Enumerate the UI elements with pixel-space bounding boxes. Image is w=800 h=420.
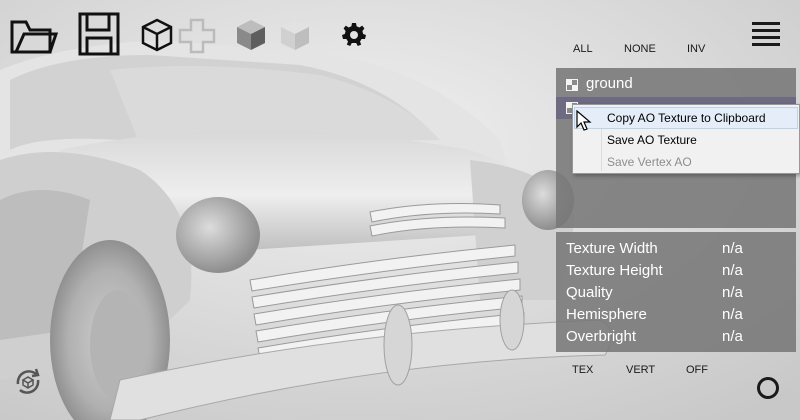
menu-item-copy-ao-texture[interactable]: Copy AO Texture to Clipboard [574,107,798,129]
info-row: Overbright n/a [566,326,786,348]
menu-item-save-vertex-ao: Save Vertex AO [575,152,797,172]
info-row: Texture Width n/a [566,238,786,260]
info-row: Hemisphere n/a [566,304,786,326]
layer-checkbox[interactable] [566,79,578,91]
info-key: Hemisphere [566,306,647,323]
open-folder-icon[interactable] [10,16,58,56]
select-none-button[interactable]: NONE [624,43,656,55]
select-invert-button[interactable]: INV [687,43,705,55]
context-menu: Copy AO Texture to Clipboard Save AO Tex… [572,104,800,174]
menu-item-label: Copy AO Texture to Clipboard [607,111,766,125]
vert-button[interactable]: VERT [626,364,655,376]
mouse-cursor-icon [576,110,592,131]
info-value: n/a [722,284,743,301]
layer-row[interactable]: ground [556,74,796,96]
gear-icon[interactable] [342,22,366,46]
rotate-view-icon[interactable] [12,366,44,398]
render-ring-icon[interactable] [757,377,779,399]
layer-label: ground [586,75,633,92]
menu-item-save-ao-texture[interactable]: Save AO Texture [575,130,797,150]
shaded-cube-icon[interactable] [234,18,268,52]
info-key: Texture Height [566,262,663,279]
tex-button[interactable]: TEX [572,364,593,376]
menu-item-label: Save Vertex AO [607,155,692,169]
ghost-cube-icon[interactable] [278,18,312,52]
texture-info-panel: Texture Width n/a Texture Height n/a Qua… [556,232,796,352]
info-value: n/a [722,262,743,279]
info-row: Texture Height n/a [566,260,786,282]
off-button[interactable]: OFF [686,364,708,376]
info-value: n/a [722,328,743,345]
menu-item-label: Save AO Texture [607,133,697,147]
info-value: n/a [722,306,743,323]
info-value: n/a [722,240,743,257]
info-row: Quality n/a [566,282,786,304]
save-disk-icon[interactable] [78,12,120,56]
cross-icon[interactable] [178,18,216,54]
info-key: Texture Width [566,240,658,257]
menu-icon[interactable] [752,22,780,46]
info-key: Overbright [566,328,637,345]
info-key: Quality [566,284,613,301]
select-all-button[interactable]: ALL [573,43,593,55]
wire-cube-icon[interactable] [140,18,174,52]
